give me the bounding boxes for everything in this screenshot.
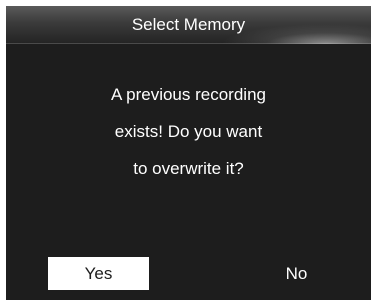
dialog-screen: Select Memory A previous recording exist… — [6, 6, 371, 300]
message-line-3: to overwrite it? — [133, 159, 244, 178]
title-bar: Select Memory — [6, 6, 371, 44]
yes-button[interactable]: Yes — [48, 257, 149, 290]
message-line-2: exists! Do you want — [114, 122, 263, 141]
no-button[interactable]: No — [246, 257, 347, 290]
dialog-message: A previous recording exists! Do you want… — [6, 76, 371, 187]
message-line-1: A previous recording — [111, 85, 266, 104]
dialog-title: Select Memory — [131, 15, 246, 34]
